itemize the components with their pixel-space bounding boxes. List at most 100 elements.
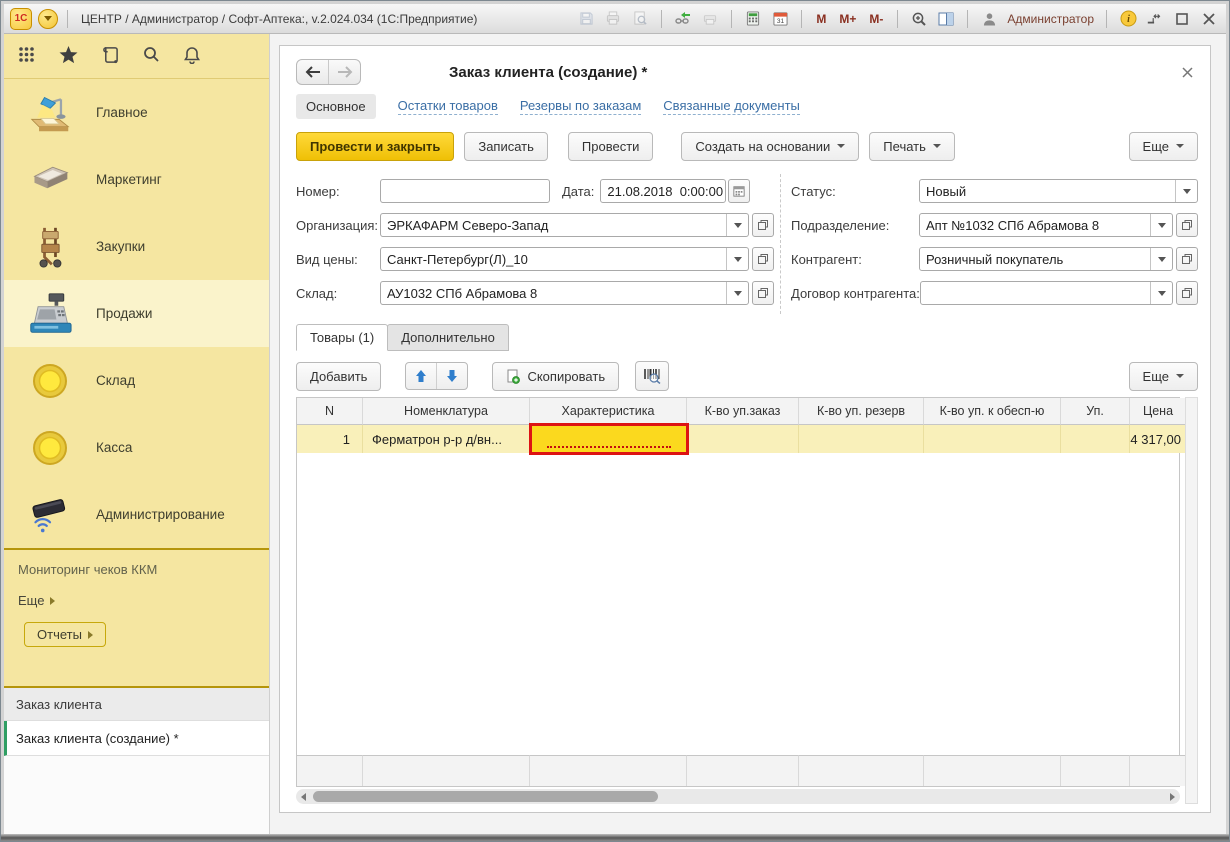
info-icon[interactable]: i — [1119, 10, 1137, 28]
contract-input[interactable] — [920, 281, 1173, 305]
counterparty-open-icon[interactable] — [1176, 247, 1198, 271]
sidebar-item-prodazhi[interactable]: Продажи — [4, 280, 269, 347]
tab-tovary[interactable]: Товары (1) — [296, 324, 388, 351]
dock-window-icon[interactable] — [1146, 10, 1164, 28]
column-header[interactable]: К-во уп. резерв — [799, 398, 924, 425]
add-row-button[interactable]: Добавить — [296, 362, 381, 391]
chevron-down-icon[interactable] — [1175, 180, 1197, 202]
forward-button[interactable] — [328, 60, 360, 84]
post-button[interactable]: Провести — [568, 132, 654, 161]
back-button[interactable] — [297, 60, 328, 84]
scrollbar-thumb[interactable] — [313, 791, 658, 802]
sidebar-item-administrirovanie[interactable]: Администрирование — [4, 481, 269, 548]
price-type-open-icon[interactable] — [752, 247, 774, 271]
favorites-star-icon[interactable] — [59, 46, 78, 67]
history-scroll-icon[interactable] — [102, 46, 119, 67]
calendar-picker-icon[interactable] — [728, 179, 750, 203]
calendar-icon[interactable]: 31 — [771, 10, 789, 28]
warehouse-input[interactable]: АУ1032 СПб Абрамова 8 — [380, 281, 749, 305]
cell-qty-order[interactable] — [687, 425, 799, 453]
scroll-right-icon[interactable] — [1170, 793, 1175, 801]
column-header[interactable]: N — [297, 398, 363, 425]
window-list-item[interactable]: Заказ клиента — [4, 688, 269, 721]
column-header[interactable]: К-во уп. к обесп-ю — [924, 398, 1061, 425]
cell-nomenclature[interactable]: Ферматрон р-р д/вн... — [363, 425, 530, 453]
print-preview-icon[interactable] — [631, 10, 649, 28]
sidebar-more-link[interactable]: Еще — [18, 593, 269, 608]
status-input[interactable]: Новый — [919, 179, 1198, 203]
memory-minus-button[interactable]: M- — [867, 12, 885, 26]
cell-qty-supply[interactable] — [924, 425, 1061, 453]
zoom-in-icon[interactable] — [910, 10, 928, 28]
cell-characteristic-active[interactable] — [529, 423, 689, 455]
department-input[interactable]: Апт №1032 СПб Абрамова 8 — [919, 213, 1173, 237]
write-button[interactable]: Записать — [464, 132, 548, 161]
move-up-icon[interactable] — [406, 363, 436, 389]
calculator-icon[interactable] — [744, 10, 762, 28]
sync-link-icon[interactable] — [674, 10, 692, 28]
sidebar-item-marketing[interactable]: Маркетинг — [4, 146, 269, 213]
cell-unit[interactable] — [1061, 425, 1130, 453]
scroll-left-icon[interactable] — [301, 793, 306, 801]
search-icon[interactable] — [143, 46, 160, 66]
reports-button[interactable]: Отчеты — [24, 622, 106, 647]
chevron-down-icon[interactable] — [1150, 248, 1172, 270]
number-input[interactable] — [380, 179, 550, 203]
chevron-down-icon[interactable] — [726, 248, 748, 270]
column-header[interactable]: К-во уп.заказ — [687, 398, 799, 425]
sidebar-item-zakupki[interactable]: Закупки — [4, 213, 269, 280]
barcode-scan-icon[interactable] — [635, 361, 669, 391]
menu-grid-icon[interactable] — [18, 46, 35, 66]
save-icon[interactable] — [577, 10, 595, 28]
close-form-icon[interactable] — [1176, 61, 1198, 83]
print-icon[interactable] — [604, 10, 622, 28]
current-user-label[interactable]: Администратор — [1007, 12, 1094, 26]
tab-dopolnitelno[interactable]: Дополнительно — [387, 324, 509, 351]
server-print-icon[interactable] — [701, 10, 719, 28]
tab-osnovnoe[interactable]: Основное — [296, 94, 376, 119]
notifications-bell-icon[interactable] — [184, 46, 200, 67]
tab-rezervy-po-zakazam[interactable]: Резервы по заказам — [520, 98, 641, 115]
cell-line-number[interactable]: 1 — [297, 425, 363, 453]
chevron-down-icon[interactable] — [1150, 282, 1172, 304]
department-open-icon[interactable] — [1176, 213, 1198, 237]
copy-row-button[interactable]: Скопировать — [492, 362, 619, 391]
table-row[interactable]: 1 Ферматрон р-р д/вн... 4 317,00 — [297, 425, 1179, 453]
move-down-icon[interactable] — [436, 363, 467, 389]
memory-button[interactable]: M — [814, 12, 828, 26]
chevron-down-icon[interactable] — [1150, 214, 1172, 236]
counterparty-input[interactable]: Розничный покупатель — [919, 247, 1173, 271]
print-button[interactable]: Печать — [869, 132, 955, 161]
window-list-item-active[interactable]: Заказ клиента (создание) * — [4, 721, 269, 756]
warehouse-open-icon[interactable] — [752, 281, 774, 305]
maximize-icon[interactable] — [1173, 10, 1191, 28]
cell-price[interactable]: 4 317,00 — [1130, 425, 1186, 453]
sidebar-item-monitoring[interactable]: Мониторинг чеков ККМ — [18, 562, 269, 577]
sidebar-item-kassa[interactable]: Касса — [4, 414, 269, 481]
contract-open-icon[interactable] — [1176, 281, 1198, 305]
organization-input[interactable]: ЭРКАФАРМ Северо-Запад — [380, 213, 749, 237]
sidebar-item-sklad[interactable]: Склад — [4, 347, 269, 414]
vertical-scrollbar[interactable] — [1185, 397, 1198, 804]
close-window-icon[interactable] — [1200, 10, 1218, 28]
sidebar-item-glavnoe[interactable]: Главное — [4, 79, 269, 146]
memory-plus-button[interactable]: M+ — [837, 12, 858, 26]
split-window-icon[interactable] — [937, 10, 955, 28]
column-header[interactable]: Номенклатура — [363, 398, 530, 425]
table-more-button[interactable]: Еще — [1129, 362, 1198, 391]
column-header[interactable]: Цена — [1130, 398, 1186, 425]
create-based-on-button[interactable]: Создать на основании — [681, 132, 859, 161]
more-button[interactable]: Еще — [1129, 132, 1198, 161]
organization-open-icon[interactable] — [752, 213, 774, 237]
date-input[interactable]: 21.08.2018 0:00:00 — [600, 179, 726, 203]
column-header[interactable]: Характеристика — [530, 398, 687, 425]
tab-ostatki-tovarov[interactable]: Остатки товаров — [398, 98, 498, 115]
quick-menu-button[interactable] — [38, 9, 58, 29]
tab-svyazannye-dokumenty[interactable]: Связанные документы — [663, 98, 800, 115]
horizontal-scrollbar[interactable] — [296, 789, 1180, 804]
price-type-input[interactable]: Санкт-Петербург(Л)_10 — [380, 247, 749, 271]
chevron-down-icon[interactable] — [726, 282, 748, 304]
chevron-down-icon[interactable] — [726, 214, 748, 236]
cell-qty-reserve[interactable] — [799, 425, 924, 453]
post-and-close-button[interactable]: Провести и закрыть — [296, 132, 454, 161]
